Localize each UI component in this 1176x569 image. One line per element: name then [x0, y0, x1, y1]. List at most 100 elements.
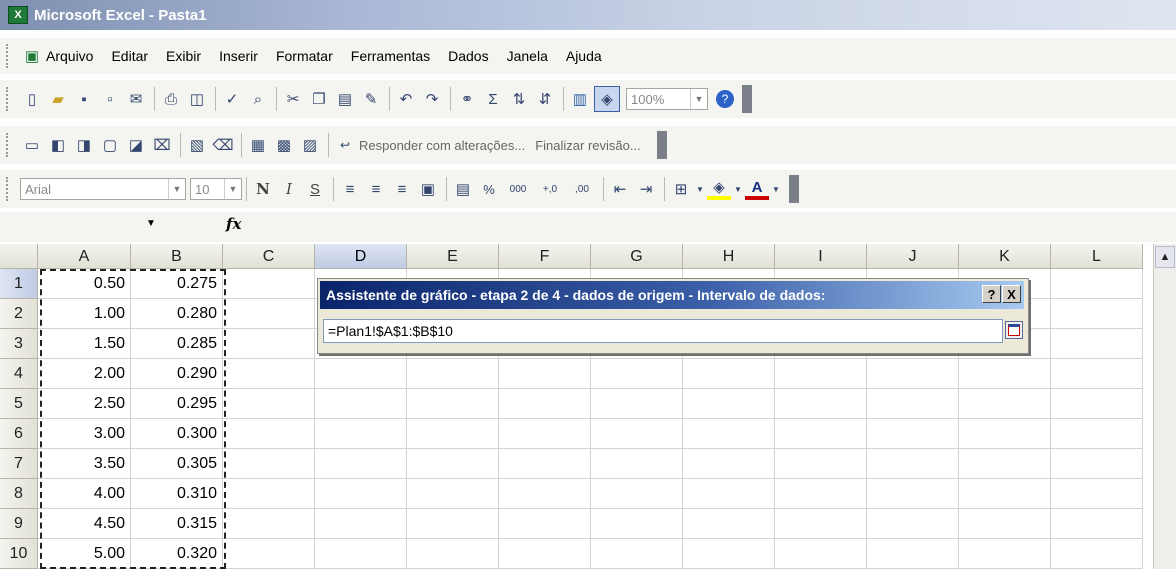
cell-a7[interactable]: 3.50 — [38, 449, 131, 479]
toolbar-grip[interactable] — [6, 177, 12, 201]
row-header-5[interactable]: 5 — [0, 389, 38, 419]
column-header-b[interactable]: B — [131, 244, 223, 269]
menu-editar[interactable]: Editar — [111, 48, 148, 64]
cell-a1[interactable]: 0.50 — [38, 269, 131, 299]
new-comment-icon[interactable]: ▭ — [20, 133, 44, 157]
column-header-e[interactable]: E — [407, 244, 499, 269]
cell-b3[interactable]: 0.285 — [131, 329, 223, 359]
toolbar-grip[interactable] — [6, 133, 12, 157]
hyperlink-icon[interactable]: ⚭ — [455, 87, 479, 111]
spelling-icon[interactable]: ✓ — [220, 87, 244, 111]
end-review-button[interactable]: Finalizar revisão... — [535, 138, 640, 153]
row-header-1[interactable]: 1 — [0, 269, 38, 299]
cell-g5[interactable] — [591, 389, 683, 419]
cell-e6[interactable] — [407, 419, 499, 449]
show-comment-icon[interactable]: ▢ — [98, 133, 122, 157]
cell-j7[interactable] — [867, 449, 959, 479]
cell-j5[interactable] — [867, 389, 959, 419]
cell-f8[interactable] — [499, 479, 591, 509]
cell-k4[interactable] — [959, 359, 1051, 389]
menu-ferramentas[interactable]: Ferramentas — [351, 48, 430, 64]
cell-k10[interactable] — [959, 539, 1051, 569]
cell-l8[interactable] — [1051, 479, 1143, 509]
chevron-down-icon[interactable]: ▼ — [168, 179, 185, 199]
track-changes-icon[interactable]: ▦ — [246, 133, 270, 157]
menu-janela[interactable]: Janela — [507, 48, 548, 64]
cell-a10[interactable]: 5.00 — [38, 539, 131, 569]
cell-l4[interactable] — [1051, 359, 1143, 389]
cell-f10[interactable] — [499, 539, 591, 569]
currency-icon[interactable]: ▤ — [451, 177, 475, 201]
cell-j6[interactable] — [867, 419, 959, 449]
chevron-down-icon[interactable]: ▼ — [695, 177, 705, 201]
cell-a8[interactable]: 4.00 — [38, 479, 131, 509]
cell-l3[interactable] — [1051, 329, 1143, 359]
cell-c7[interactable] — [223, 449, 315, 479]
cell-b9[interactable]: 0.315 — [131, 509, 223, 539]
font-size-select[interactable]: 10 ▼ — [190, 178, 242, 200]
cell-f7[interactable] — [499, 449, 591, 479]
cell-b2[interactable]: 0.280 — [131, 299, 223, 329]
print-preview-icon[interactable]: ◫ — [185, 87, 209, 111]
toolbar-options-icon[interactable] — [742, 85, 752, 113]
cell-e8[interactable] — [407, 479, 499, 509]
cell-l9[interactable] — [1051, 509, 1143, 539]
borders-icon[interactable]: ⊞ — [669, 177, 693, 201]
cell-a4[interactable]: 2.00 — [38, 359, 131, 389]
cell-c5[interactable] — [223, 389, 315, 419]
cell-h4[interactable] — [683, 359, 775, 389]
cell-g10[interactable] — [591, 539, 683, 569]
font-name-select[interactable]: Arial ▼ — [20, 178, 186, 200]
help-button[interactable]: ? — [982, 285, 1001, 303]
row-header-3[interactable]: 3 — [0, 329, 38, 359]
data-range-input[interactable]: =Plan1!$A$1:$B$10 — [323, 319, 1003, 343]
cell-c6[interactable] — [223, 419, 315, 449]
cell-g9[interactable] — [591, 509, 683, 539]
cell-b10[interactable]: 0.320 — [131, 539, 223, 569]
align-center-icon[interactable]: ≡ — [364, 177, 388, 201]
copy-icon[interactable]: ❐ — [307, 87, 331, 111]
bold-button[interactable]: N — [251, 177, 275, 201]
email-icon[interactable]: ✉ — [124, 87, 148, 111]
ink-icon[interactable]: ▧ — [185, 133, 209, 157]
cell-k8[interactable] — [959, 479, 1051, 509]
cell-g7[interactable] — [591, 449, 683, 479]
row-header-7[interactable]: 7 — [0, 449, 38, 479]
cell-b7[interactable]: 0.305 — [131, 449, 223, 479]
cell-i5[interactable] — [775, 389, 867, 419]
reviewing-pane-icon[interactable]: ▨ — [298, 133, 322, 157]
row-header-4[interactable]: 4 — [0, 359, 38, 389]
show-all-comments-icon[interactable]: ◪ — [124, 133, 148, 157]
increase-decimal-button[interactable]: +,0 — [535, 177, 565, 201]
row-header-2[interactable]: 2 — [0, 299, 38, 329]
cell-h9[interactable] — [683, 509, 775, 539]
cell-g6[interactable] — [591, 419, 683, 449]
cell-d8[interactable] — [315, 479, 407, 509]
insert-function-button[interactable]: fx — [226, 215, 241, 233]
cell-l10[interactable] — [1051, 539, 1143, 569]
row-header-9[interactable]: 9 — [0, 509, 38, 539]
sort-descending-icon[interactable]: ⇵ — [533, 87, 557, 111]
column-header-f[interactable]: F — [499, 244, 591, 269]
cell-c2[interactable] — [223, 299, 315, 329]
cell-l2[interactable] — [1051, 299, 1143, 329]
next-comment-icon[interactable]: ◨ — [72, 133, 96, 157]
cell-f4[interactable] — [499, 359, 591, 389]
reply-with-changes-icon[interactable]: ↩ — [333, 133, 357, 157]
cell-i8[interactable] — [775, 479, 867, 509]
cell-h5[interactable] — [683, 389, 775, 419]
cell-a6[interactable]: 3.00 — [38, 419, 131, 449]
cell-c3[interactable] — [223, 329, 315, 359]
chevron-down-icon[interactable]: ▼ — [771, 177, 781, 201]
cell-a9[interactable]: 4.50 — [38, 509, 131, 539]
cell-e5[interactable] — [407, 389, 499, 419]
column-header-a[interactable]: A — [38, 244, 131, 269]
chart-wizard-icon[interactable]: ▥ — [568, 87, 592, 111]
cell-g4[interactable] — [591, 359, 683, 389]
workbook-icon[interactable]: ▣ — [20, 44, 44, 68]
cell-b4[interactable]: 0.290 — [131, 359, 223, 389]
column-header-i[interactable]: I — [775, 244, 867, 269]
open-icon[interactable]: ▰ — [46, 87, 70, 111]
cell-l1[interactable] — [1051, 269, 1143, 299]
row-header-6[interactable]: 6 — [0, 419, 38, 449]
